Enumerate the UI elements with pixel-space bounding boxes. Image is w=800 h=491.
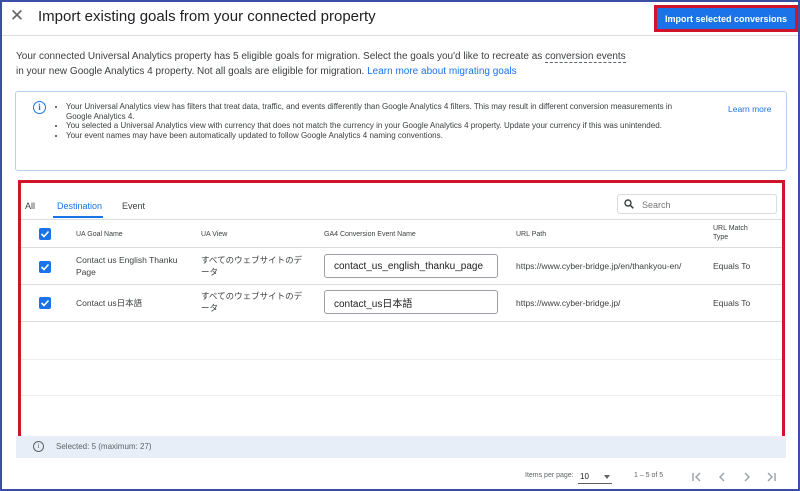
intro-part-1: Your connected Universal Analytics prope… (16, 51, 546, 62)
items-per-page-value: 10 (580, 472, 589, 481)
check-icon (40, 230, 50, 238)
info-list: Your Universal Analytics view has filter… (66, 102, 696, 140)
match-type-cell: Equals To (713, 261, 751, 271)
goal-name-cell: Contact us English Thanku Page (76, 255, 178, 277)
info-icon: i (33, 441, 44, 452)
page-range: 1 – 5 of 5 (634, 472, 664, 479)
close-icon[interactable]: ✕ (8, 7, 26, 25)
info-notice: i Your Universal Analytics view has filt… (15, 91, 787, 171)
chevron-down-icon (604, 475, 610, 479)
tab-destination[interactable]: Destination (57, 201, 102, 211)
event-name-input[interactable] (324, 254, 498, 278)
column-header-url-path: URL Path (516, 231, 547, 238)
info-icon: i (33, 101, 46, 114)
pagination: Items per page: 10 1 – 5 of 5 (522, 470, 792, 486)
check-icon (40, 263, 50, 271)
info-item: Your event names may have been automatic… (66, 131, 696, 141)
row-checkbox[interactable] (39, 261, 51, 273)
ua-view-cell: すべてのウェブサイトのデータ (201, 291, 303, 313)
row-divider (21, 359, 782, 360)
next-page-icon[interactable] (740, 470, 754, 484)
match-type-cell: Equals To (713, 298, 751, 308)
ua-view-cell: すべてのウェブサイトのデータ (201, 255, 303, 277)
column-header-url-match-type: URL Match Type (713, 225, 748, 241)
url-path-cell: https://www.cyber-bridge.jp/en/thankyou-… (516, 261, 682, 271)
table-row: Contact us English Thanku Page すべてのウェブサイ… (21, 248, 782, 285)
intro-text: Your connected Universal Analytics prope… (16, 49, 636, 79)
goal-name-cell: Contact us日本語 (76, 298, 143, 308)
active-tab-indicator (53, 216, 103, 218)
check-icon (40, 299, 50, 307)
learn-more-migrating-goals-link[interactable]: Learn more about migrating goals (367, 66, 517, 77)
column-header-ga4-event-name: GA4 Conversion Event Name (324, 231, 416, 238)
column-header-ua-goal-name: UA Goal Name (76, 231, 123, 238)
goals-table-section: All Destination Event UA Goal Name UA Vi… (18, 180, 785, 441)
info-learn-more-link[interactable]: Learn more (728, 104, 771, 114)
import-selected-conversions-button[interactable]: Import selected conversions (657, 8, 795, 29)
dialog-title: Import existing goals from your connecte… (38, 8, 376, 25)
url-path-cell: https://www.cyber-bridge.jp/ (516, 298, 621, 308)
table-row: Contact us日本語 すべてのウェブサイトのデータ https://www… (21, 285, 782, 322)
last-page-icon[interactable] (764, 470, 778, 484)
search-box[interactable] (617, 194, 777, 214)
selected-count: Selected: 5 (maximum: 27) (56, 442, 152, 451)
selection-summary-bar: i Selected: 5 (maximum: 27) (16, 436, 786, 458)
table-header: UA Goal Name UA View GA4 Conversion Even… (21, 219, 782, 248)
items-per-page-select[interactable]: 10 (578, 470, 612, 484)
tab-event[interactable]: Event (122, 201, 145, 211)
row-divider (21, 395, 782, 396)
dialog-header: ✕ Import existing goals from your connec… (2, 2, 798, 36)
dialog-frame: ✕ Import existing goals from your connec… (0, 0, 800, 491)
row-checkbox[interactable] (39, 297, 51, 309)
import-button-highlight: Import selected conversions (654, 5, 798, 32)
previous-page-icon[interactable] (715, 470, 729, 484)
intro-part-2: in your new Google Analytics 4 property.… (16, 66, 368, 77)
search-icon (624, 199, 634, 209)
column-header-ua-view: UA View (201, 231, 228, 238)
select-all-checkbox[interactable] (39, 228, 51, 240)
info-item: Your Universal Analytics view has filter… (66, 102, 696, 121)
info-item: You selected a Universal Analytics view … (66, 121, 696, 131)
items-per-page-label: Items per page: (525, 472, 574, 479)
conversion-events-term[interactable]: conversion events (545, 51, 626, 63)
search-input[interactable] (642, 198, 772, 211)
tab-all[interactable]: All (25, 201, 35, 211)
first-page-icon[interactable] (690, 470, 704, 484)
event-name-input[interactable] (324, 290, 498, 314)
